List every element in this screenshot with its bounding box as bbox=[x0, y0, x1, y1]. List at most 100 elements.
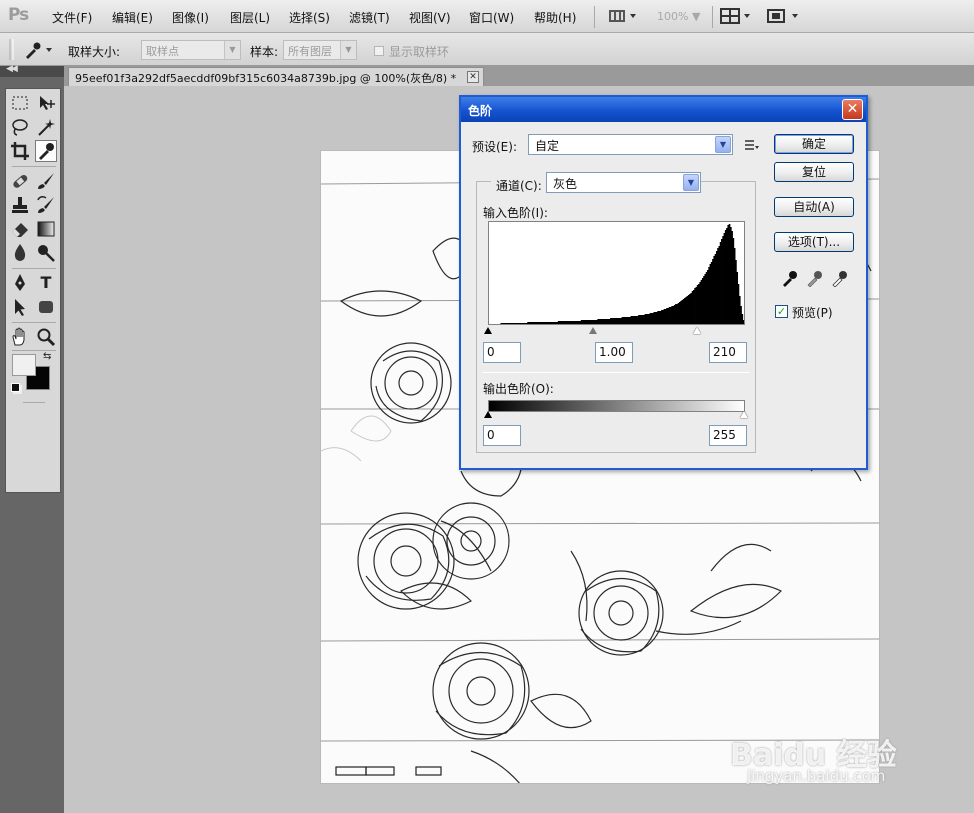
auto-button[interactable]: 自动(A) bbox=[774, 197, 854, 217]
histogram-graph bbox=[500, 224, 745, 324]
eyedropper-tool-icon[interactable] bbox=[35, 140, 57, 162]
foreground-color-swatch-front[interactable] bbox=[12, 354, 36, 376]
screen-mode-icon[interactable] bbox=[766, 8, 802, 24]
document-tab-title: 95eef01f3a292df5aecddf09bf315c6034a8739b… bbox=[75, 72, 457, 85]
sample-layers-select[interactable]: 所有图层 ▼ bbox=[283, 40, 357, 60]
document-tab[interactable]: 95eef01f3a292df5aecddf09bf315c6034a8739b… bbox=[68, 67, 484, 86]
tools-panel: T ⇆ bbox=[5, 88, 61, 493]
output-black-slider-handle[interactable] bbox=[484, 411, 492, 418]
path-selection-tool-icon[interactable] bbox=[9, 296, 31, 318]
zoom-value: 100% bbox=[657, 10, 689, 23]
menu-help[interactable]: 帮助(H) bbox=[534, 9, 576, 26]
input-levels-label: 输入色阶(I): bbox=[483, 206, 548, 220]
gray-point-eyedropper-icon[interactable] bbox=[806, 269, 824, 287]
output-white-slider-handle[interactable] bbox=[740, 411, 748, 418]
photoshop-logo: Ps bbox=[8, 5, 29, 25]
chevron-down-icon: ▼ bbox=[224, 41, 240, 59]
menu-view[interactable]: 视图(V) bbox=[409, 9, 451, 26]
show-sampling-ring-checkbox[interactable] bbox=[374, 46, 384, 56]
preview-checkbox[interactable]: ✓ bbox=[775, 305, 788, 318]
ok-button[interactable]: 确定 bbox=[774, 134, 854, 154]
output-white-field[interactable]: 255 bbox=[709, 425, 747, 446]
dodge-tool-icon[interactable] bbox=[35, 242, 57, 264]
zoom-level-select[interactable]: 100% ▼ bbox=[657, 10, 700, 23]
document-tab-bar: 95eef01f3a292df5aecddf09bf315c6034a8739b… bbox=[64, 66, 974, 86]
toolbox-separator bbox=[12, 166, 56, 167]
input-gamma-field[interactable]: 1.00 bbox=[595, 342, 633, 363]
input-black-slider-handle[interactable] bbox=[484, 327, 492, 334]
chevron-down-icon: ▼ bbox=[715, 136, 731, 153]
input-white-field[interactable]: 210 bbox=[709, 342, 747, 363]
sample-size-select[interactable]: 取样点 ▼ bbox=[141, 40, 241, 60]
history-brush-tool-icon[interactable] bbox=[35, 194, 57, 216]
options-button[interactable]: 选项(T)... bbox=[774, 232, 854, 252]
show-sampling-ring-label: 显示取样环 bbox=[389, 45, 450, 59]
input-black-field[interactable]: 0 bbox=[483, 342, 521, 363]
preset-options-menu-icon[interactable] bbox=[745, 139, 759, 151]
toolbox-header[interactable]: ◀◀ bbox=[0, 64, 64, 77]
channel-value: 灰色 bbox=[553, 177, 578, 191]
menu-separator bbox=[712, 6, 713, 28]
toolbox: T ⇆ bbox=[0, 77, 64, 813]
marquee-tool-icon[interactable] bbox=[9, 92, 31, 114]
toolbox-separator bbox=[12, 268, 56, 269]
output-levels-label: 输出色阶(O): bbox=[483, 382, 554, 396]
baidu-watermark-url: jingyan.baidu.com bbox=[747, 767, 886, 785]
reset-button[interactable]: 复位 bbox=[774, 162, 854, 182]
healing-brush-tool-icon[interactable] bbox=[9, 170, 31, 192]
eyedropper-preset-icon[interactable] bbox=[22, 40, 56, 60]
dialog-titlebar[interactable]: 色阶 ✕ bbox=[461, 97, 866, 122]
divider bbox=[482, 372, 750, 373]
preset-label: 预设(E): bbox=[472, 140, 517, 154]
menu-file[interactable]: 文件(F) bbox=[52, 9, 92, 26]
options-bar: 取样大小: 取样点 ▼ 样本: 所有图层 ▼ 显示取样环 bbox=[0, 33, 974, 66]
preset-select[interactable]: 自定 ▼ bbox=[528, 134, 733, 155]
output-levels-slider[interactable] bbox=[484, 411, 748, 421]
type-tool-icon[interactable]: T bbox=[35, 272, 57, 294]
menu-separator bbox=[594, 6, 595, 28]
menu-filter[interactable]: 滤镜(T) bbox=[349, 9, 390, 26]
menu-layer[interactable]: 图层(L) bbox=[230, 9, 270, 26]
chevron-down-icon: ▼ bbox=[683, 174, 699, 191]
histogram-bar bbox=[742, 320, 745, 324]
channel-select[interactable]: 灰色 ▼ bbox=[546, 172, 701, 193]
default-colors-icon[interactable] bbox=[11, 383, 20, 392]
dialog-title: 色阶 bbox=[468, 104, 493, 118]
input-levels-slider[interactable] bbox=[484, 327, 745, 337]
preset-value: 自定 bbox=[535, 139, 560, 153]
swap-colors-icon[interactable]: ⇆ bbox=[43, 351, 51, 362]
histogram bbox=[488, 221, 745, 325]
options-bar-grip-icon bbox=[9, 39, 14, 60]
clone-stamp-tool-icon[interactable] bbox=[9, 194, 31, 216]
hand-tool-icon[interactable] bbox=[9, 326, 31, 348]
arrange-documents-icon[interactable] bbox=[720, 8, 754, 24]
toolbox-separator bbox=[12, 322, 56, 323]
pen-tool-icon[interactable] bbox=[9, 272, 31, 294]
input-gamma-slider-handle[interactable] bbox=[589, 327, 597, 334]
menu-image[interactable]: 图像(I) bbox=[172, 9, 209, 26]
menu-window[interactable]: 窗口(W) bbox=[469, 9, 514, 26]
zoom-tool-icon[interactable] bbox=[35, 326, 57, 348]
close-icon[interactable]: ✕ bbox=[467, 71, 479, 83]
blur-tool-icon[interactable] bbox=[9, 242, 31, 264]
magic-wand-tool-icon[interactable] bbox=[35, 116, 57, 138]
black-point-eyedropper-icon[interactable] bbox=[781, 269, 799, 287]
shape-tool-icon[interactable] bbox=[35, 296, 57, 318]
collapse-arrows-icon[interactable]: ◀◀ bbox=[6, 64, 18, 74]
input-white-slider-handle[interactable] bbox=[693, 327, 701, 334]
menu-select[interactable]: 选择(S) bbox=[289, 9, 330, 26]
menu-edit[interactable]: 编辑(E) bbox=[112, 9, 153, 26]
gradient-tool-icon[interactable] bbox=[35, 218, 57, 240]
bridge-icon[interactable] bbox=[608, 8, 640, 24]
crop-tool-icon[interactable] bbox=[9, 140, 31, 162]
chevron-down-icon: ▼ bbox=[340, 41, 356, 59]
white-point-eyedropper-icon[interactable] bbox=[831, 269, 849, 287]
sample-size-value: 取样点 bbox=[146, 45, 179, 58]
move-tool-icon[interactable] bbox=[35, 92, 57, 114]
close-icon[interactable]: ✕ bbox=[842, 99, 863, 120]
brush-tool-icon[interactable] bbox=[35, 170, 57, 192]
output-black-field[interactable]: 0 bbox=[483, 425, 521, 446]
sample-layers-value: 所有图层 bbox=[288, 45, 332, 58]
lasso-tool-icon[interactable] bbox=[9, 116, 31, 138]
eraser-tool-icon[interactable] bbox=[9, 218, 31, 240]
